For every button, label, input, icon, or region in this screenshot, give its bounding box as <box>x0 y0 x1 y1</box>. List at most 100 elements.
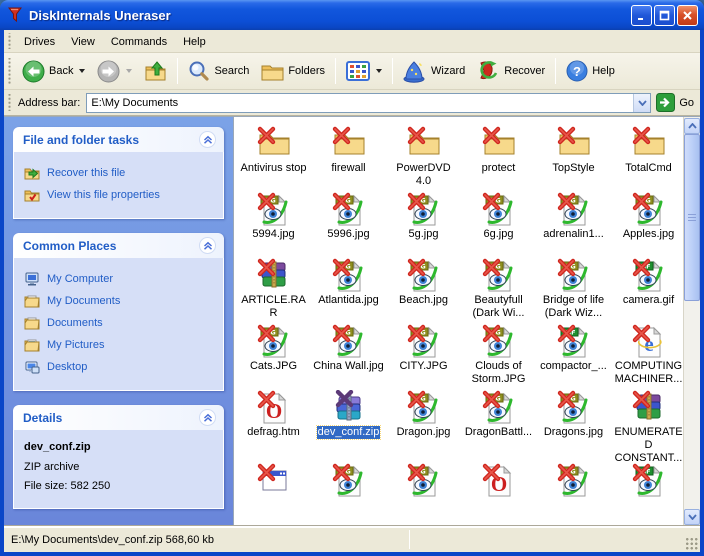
file-item-selected[interactable]: dev_conf.zip <box>311 387 386 453</box>
address-input[interactable]: E:\My Documents <box>86 92 652 113</box>
file-item[interactable]: ARTICLE.RAR <box>236 255 311 321</box>
details-panel-header[interactable]: Details <box>13 405 224 430</box>
search-button[interactable]: Search <box>182 55 255 87</box>
up-button[interactable] <box>138 55 173 88</box>
file-item[interactable]: JPGDragonBattl... <box>461 387 536 453</box>
sidebar-item-label: Desktop <box>47 361 88 373</box>
minimize-button[interactable] <box>631 4 652 26</box>
scroll-up-button[interactable] <box>684 118 700 134</box>
sidebar-item-desktop[interactable]: Desktop <box>24 359 217 375</box>
views-button[interactable] <box>340 56 388 86</box>
resize-grip[interactable] <box>685 537 698 550</box>
sidebar-item-recover-this-file[interactable]: Recover this file <box>24 165 217 181</box>
close-button[interactable] <box>677 4 698 26</box>
scrollbar-thumb[interactable] <box>684 134 700 301</box>
file-item[interactable]: ENUMERATED CONSTANT... <box>611 387 683 465</box>
collapse-chevron-icon[interactable] <box>199 237 216 254</box>
file-item[interactable]: JPG6g.jpg <box>461 189 536 255</box>
sidebar-item-my-computer[interactable]: My Computer <box>24 271 217 287</box>
file-item[interactable]: O <box>461 460 536 526</box>
file-label: dev_conf.zip <box>315 425 382 440</box>
file-label: CITY.JPG <box>399 360 448 372</box>
scroll-down-button[interactable] <box>684 509 700 525</box>
vertical-scrollbar[interactable] <box>683 117 700 526</box>
file-item[interactable]: JPGClouds of Storm.JPG <box>461 321 536 387</box>
back-dropdown-icon[interactable] <box>79 69 86 73</box>
file-item[interactable]: JPGDragons.jpg <box>536 387 611 453</box>
file-label: PowerDVD 4.0 <box>396 162 451 187</box>
file-item[interactable]: TopStyle <box>536 123 611 189</box>
file-item[interactable]: Antivirus stop <box>236 123 311 189</box>
help-label: Help <box>592 65 615 77</box>
menu-item-drives[interactable]: Drives <box>16 33 63 51</box>
address-bar: Address bar: E:\My Documents Go <box>4 90 700 116</box>
sidebar-item-documents[interactable]: Documents <box>24 315 217 331</box>
file-item[interactable]: JPGCats.JPG <box>236 321 311 387</box>
wizard-button[interactable]: Wizard <box>397 55 471 88</box>
deleted-gif-file-icon: GIF <box>631 257 667 293</box>
file-item[interactable]: Odefrag.htm <box>236 387 311 453</box>
help-icon: ? <box>566 60 588 82</box>
file-item[interactable]: firewall <box>311 123 386 189</box>
addressbar-grip[interactable] <box>7 93 12 112</box>
file-item[interactable]: JPGadrenalin1... <box>536 189 611 255</box>
file-item[interactable]: JPGBeach.jpg <box>386 255 461 321</box>
address-value[interactable]: E:\My Documents <box>87 97 633 109</box>
file-label: Beach.jpg <box>399 294 448 306</box>
file-item[interactable]: TotalCmd <box>611 123 683 189</box>
file-item[interactable]: e COMPUTING MACHINER... <box>611 321 683 387</box>
file-label: 5g.jpg <box>408 228 439 240</box>
file-item[interactable]: JPGAtlantida.jpg <box>311 255 386 321</box>
sidebar-item-my-pictures[interactable]: My Pictures <box>24 337 217 353</box>
address-dropdown-button[interactable] <box>633 93 651 112</box>
recover-button[interactable]: Recover <box>471 55 551 88</box>
file-item[interactable]: JPGDragon.jpg <box>386 387 461 453</box>
file-item[interactable]: JPGBridge of life (Dark Wiz... <box>536 255 611 321</box>
menu-grip[interactable] <box>7 33 12 49</box>
file-item[interactable]: JPG <box>536 460 611 526</box>
file-label: Bridge of life (Dark Wiz... <box>542 294 605 319</box>
menu-item-help[interactable]: Help <box>175 33 214 51</box>
go-button[interactable] <box>655 93 675 113</box>
file-item[interactable]: JPGBeautyfull (Dark Wi... <box>461 255 536 321</box>
file-item[interactable]: JPG5g.jpg <box>386 189 461 255</box>
deleted-folder-file-icon <box>331 125 367 161</box>
file-item[interactable]: JPGApples.jpg <box>611 189 683 255</box>
status-separator <box>409 530 410 549</box>
file-item[interactable]: JPG <box>311 460 386 526</box>
menu-item-commands[interactable]: Commands <box>103 33 175 51</box>
go-label[interactable]: Go <box>679 97 694 109</box>
file-item[interactable]: JPG5996.jpg <box>311 189 386 255</box>
places-panel-header[interactable]: Common Places <box>13 233 224 258</box>
deleted-jpg-file-icon: JPG <box>481 257 517 293</box>
back-button[interactable]: Back <box>16 55 91 88</box>
deleted-jpg-file-icon: JPG <box>406 462 442 498</box>
file-label: COMPUTING MACHINER... <box>614 360 683 385</box>
file-item[interactable]: GIFcompactor_... <box>536 321 611 387</box>
collapse-chevron-icon[interactable] <box>199 131 216 148</box>
folders-button[interactable]: Folders <box>255 55 331 88</box>
tasks-panel-header[interactable]: File and folder tasks <box>13 127 224 152</box>
task-sidebar: File and folder tasks Recover this file V… <box>4 117 233 526</box>
file-item[interactable]: JPG5994.jpg <box>236 189 311 255</box>
forward-button[interactable] <box>91 55 138 88</box>
file-item[interactable]: PowerDVD 4.0 <box>386 123 461 189</box>
views-dropdown-icon[interactable] <box>376 69 383 73</box>
toolbar-grip[interactable] <box>7 58 12 84</box>
file-item[interactable]: GIF <box>611 460 683 526</box>
svg-text:?: ? <box>573 64 581 79</box>
help-button[interactable]: ? Help <box>560 55 621 87</box>
collapse-chevron-icon[interactable] <box>199 409 216 426</box>
file-item[interactable]: JPG <box>386 460 461 526</box>
menu-item-view[interactable]: View <box>63 33 103 51</box>
file-item[interactable]: JPGChina Wall.jpg <box>311 321 386 387</box>
maximize-button[interactable] <box>654 4 675 26</box>
sidebar-item-my-documents[interactable]: My Documents <box>24 293 217 309</box>
file-item[interactable]: JPGCITY.JPG <box>386 321 461 387</box>
file-item[interactable]: protect <box>461 123 536 189</box>
file-item[interactable]: GIFcamera.gif <box>611 255 683 321</box>
file-item[interactable] <box>236 460 311 526</box>
sidebar-item-view-this-file-properties[interactable]: View this file properties <box>24 187 217 203</box>
file-label: adrenalin1... <box>543 228 604 240</box>
title-bar[interactable]: DiskInternals Uneraser <box>0 0 704 30</box>
